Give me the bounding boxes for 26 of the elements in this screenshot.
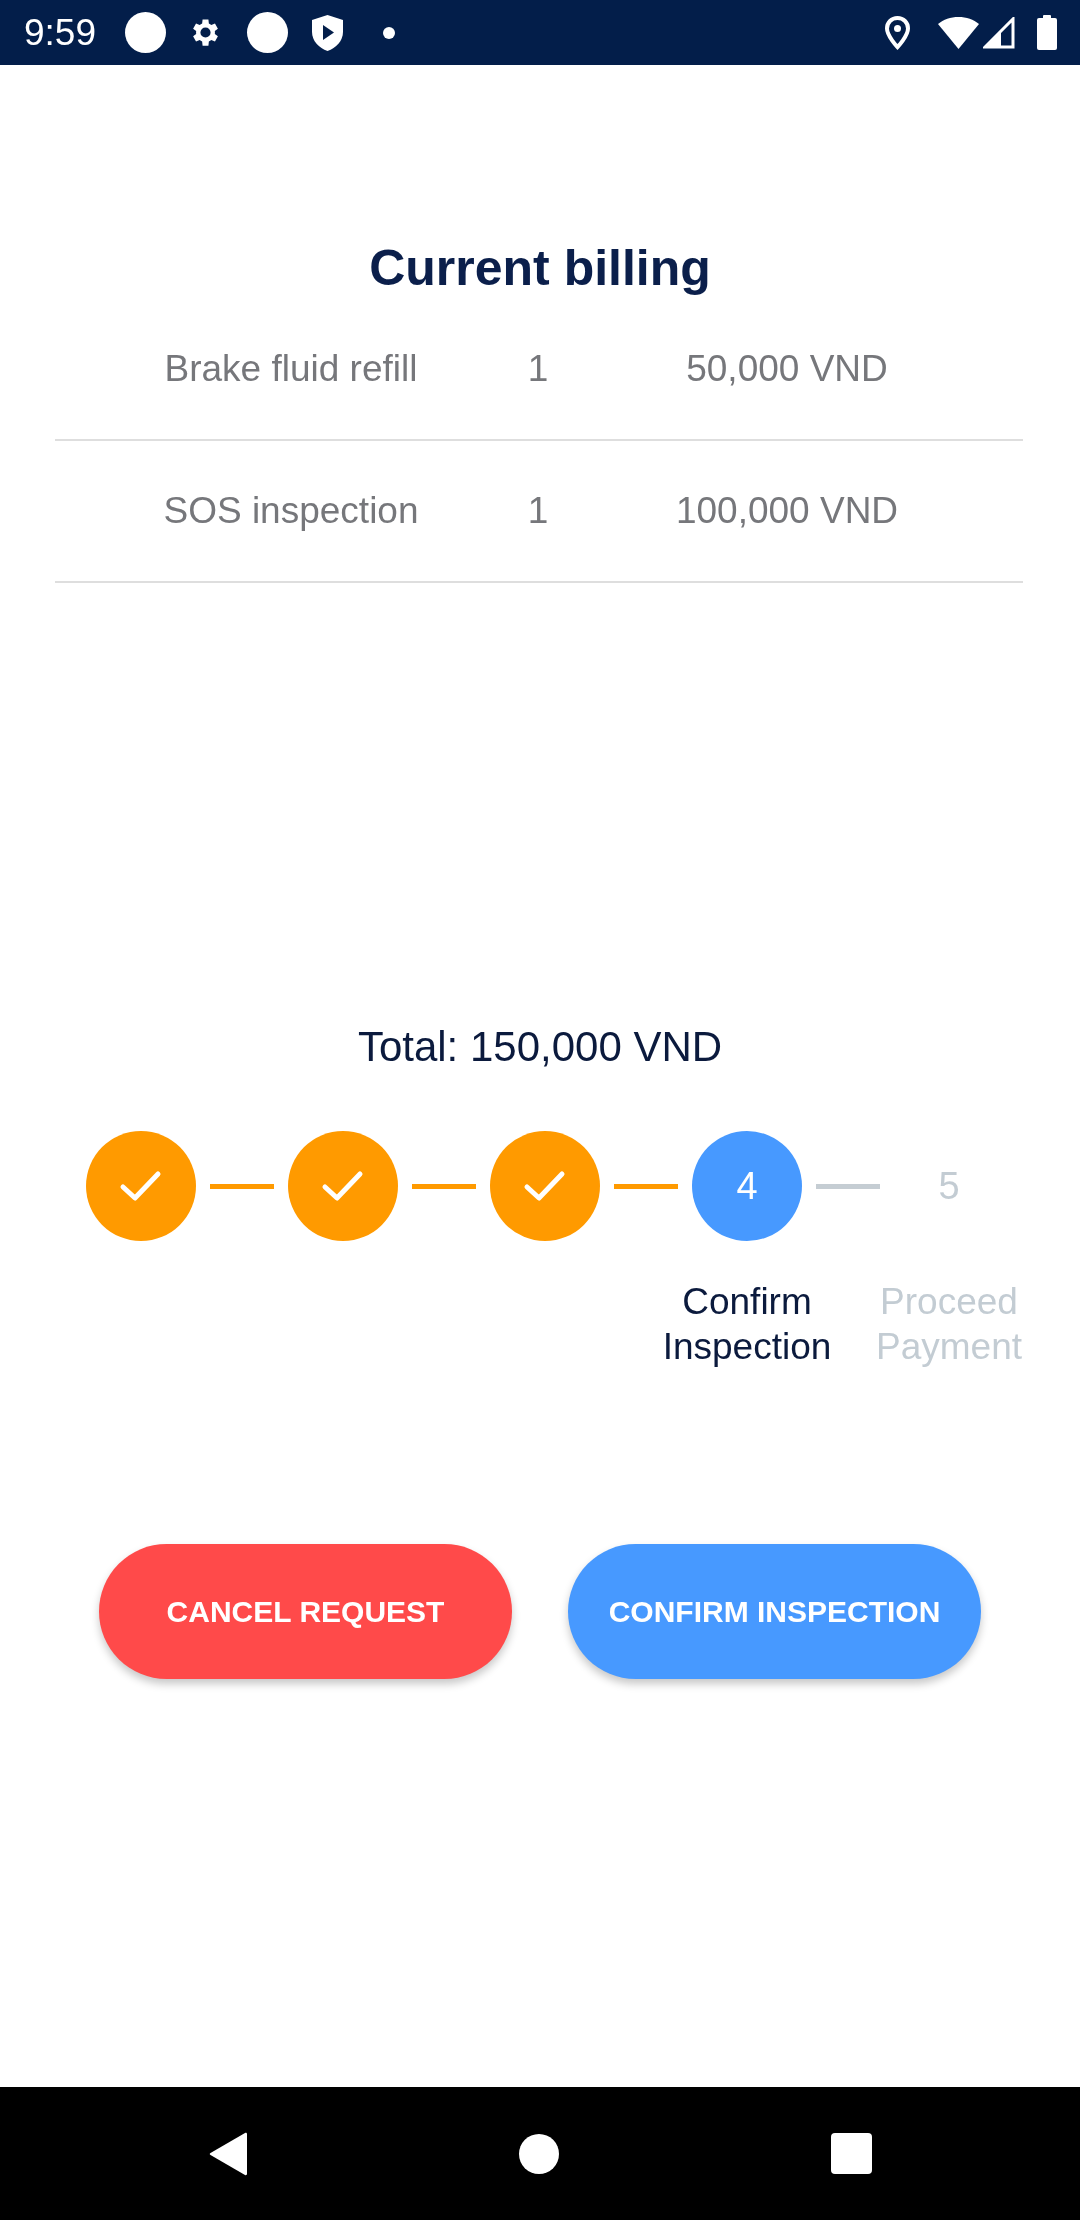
item-price: 100,000 VND: [674, 490, 900, 532]
item-quantity: 1: [526, 348, 550, 390]
location-pin-icon: [885, 15, 910, 50]
item-name: Brake fluid refill: [163, 348, 419, 390]
total-amount: Total: 150,000 VND: [356, 1022, 724, 1072]
back-icon[interactable]: [208, 2131, 247, 2176]
step-label: Proceed Payment: [875, 1280, 1023, 1369]
wifi-icon: [938, 16, 979, 49]
cancel-button[interactable]: CANCEL REQUEST: [99, 1544, 512, 1679]
recents-icon[interactable]: [830, 2133, 872, 2174]
home-icon[interactable]: [518, 2133, 559, 2174]
dot-icon: [383, 26, 395, 39]
billing-title: Current billing: [368, 239, 712, 298]
item-quantity: 1: [526, 490, 550, 532]
confirm-button[interactable]: CONFIRM INSPECTION: [568, 1544, 981, 1679]
circle-icon: [247, 12, 288, 53]
step-number: 5: [938, 1163, 960, 1209]
item-price: 50,000 VND: [685, 348, 889, 390]
item-name: SOS inspection: [162, 490, 420, 532]
shield-icon: [312, 14, 343, 51]
status-time: 9:59: [24, 11, 96, 54]
circle-icon: [125, 12, 166, 53]
signal-icon: [983, 16, 1015, 49]
battery-icon: [1037, 15, 1057, 50]
step-label: Confirm Inspection: [661, 1280, 833, 1369]
step-circle: 4: [692, 1131, 802, 1241]
